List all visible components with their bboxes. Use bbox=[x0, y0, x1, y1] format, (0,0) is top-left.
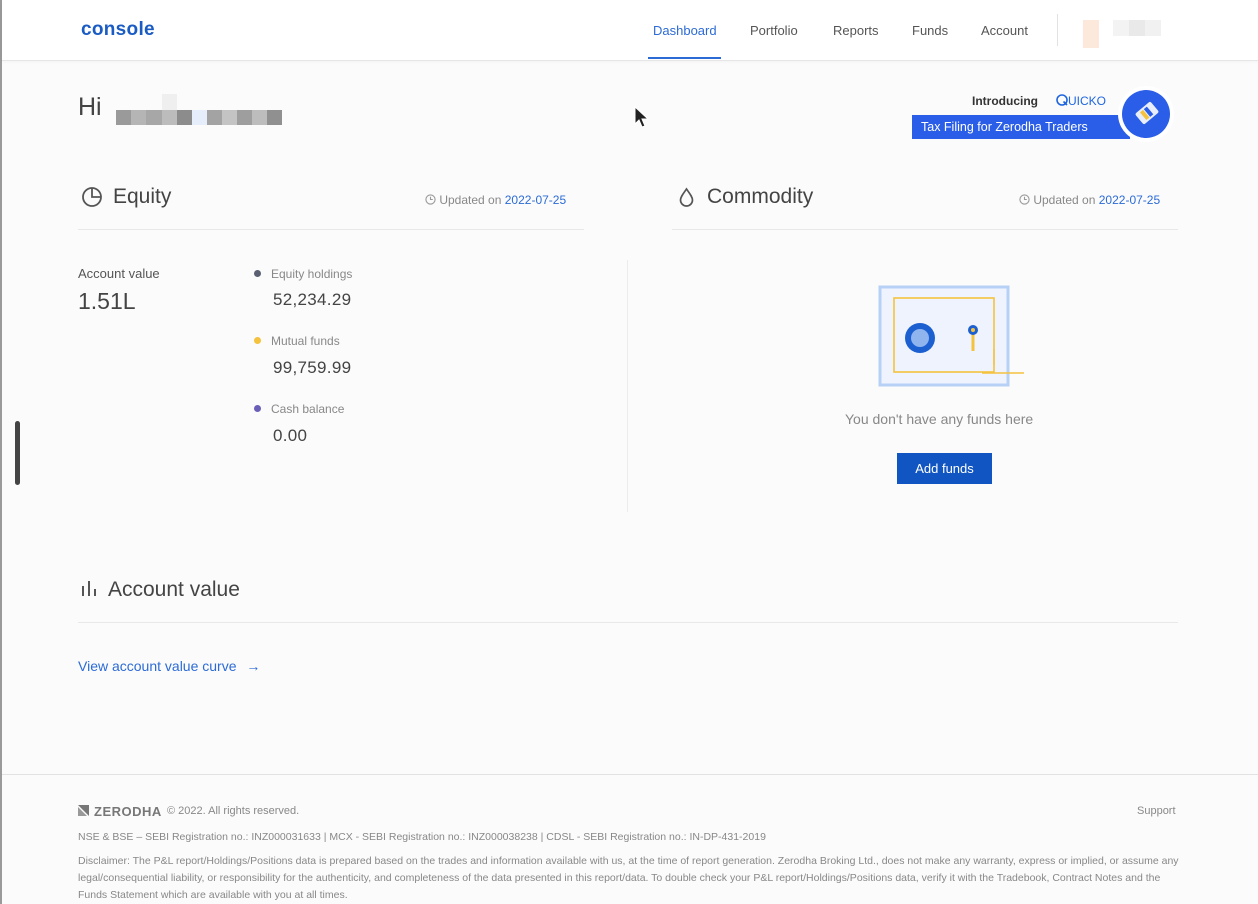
scrollbar-thumb[interactable] bbox=[15, 421, 20, 485]
nav-portfolio[interactable]: Portfolio bbox=[750, 23, 798, 38]
equity-title: Equity bbox=[113, 185, 172, 208]
quicko-q-icon bbox=[1056, 94, 1068, 106]
footer-support-link[interactable]: Support bbox=[1137, 805, 1176, 817]
account-value-label: Account value bbox=[78, 266, 160, 281]
user-profile-blurred[interactable] bbox=[1083, 20, 1163, 48]
droplet-icon bbox=[679, 187, 694, 207]
bar-chart-icon bbox=[82, 581, 96, 596]
greeting-text: Hi bbox=[78, 93, 102, 121]
window-edge bbox=[0, 0, 2, 904]
clock-icon bbox=[1019, 194, 1030, 205]
cash-balance-dot bbox=[254, 405, 261, 412]
view-account-value-curve-link[interactable]: View account value curve → bbox=[78, 658, 260, 674]
clock-icon bbox=[425, 194, 436, 205]
footer-disclaimer: Disclaimer: The P&L report/Holdings/Posi… bbox=[78, 855, 1179, 901]
banner-tagline: Tax Filing for Zerodha Traders bbox=[912, 115, 1130, 139]
top-nav-bar: console Dashboard Portfolio Reports Fund… bbox=[2, 0, 1258, 61]
commodity-updated: Updated on 2022-07-25 bbox=[1019, 193, 1160, 207]
no-funds-message: You don't have any funds here bbox=[845, 411, 1034, 427]
console-logo[interactable]: console bbox=[81, 19, 155, 41]
equity-holdings-dot bbox=[254, 270, 261, 277]
banner-introducing: Introducing bbox=[972, 94, 1038, 108]
pie-chart-icon bbox=[82, 187, 102, 207]
footer-divider bbox=[2, 774, 1258, 775]
mutual-funds-value: 99,759.99 bbox=[273, 358, 352, 377]
footer-brand: ZERODHA bbox=[94, 804, 162, 819]
account-value-divider bbox=[78, 622, 1178, 623]
equity-holdings-label: Equity holdings bbox=[271, 267, 353, 281]
mutual-funds-label: Mutual funds bbox=[271, 334, 340, 348]
banner-brand: UICKO bbox=[1056, 94, 1106, 108]
nav-dashboard[interactable]: Dashboard bbox=[653, 23, 717, 38]
account-value-amount: 1.51L bbox=[78, 288, 136, 314]
footer-registration: NSE & BSE – SEBI Registration no.: INZ00… bbox=[78, 831, 766, 843]
commodity-title: Commodity bbox=[707, 185, 814, 208]
nav-account[interactable]: Account bbox=[981, 23, 1028, 38]
quicko-logo-icon bbox=[1118, 86, 1174, 142]
account-value-title: Account value bbox=[108, 578, 240, 601]
commodity-divider bbox=[672, 229, 1178, 230]
add-funds-button[interactable]: Add funds bbox=[897, 453, 992, 484]
footer-copyright: © 2022. All rights reserved. bbox=[167, 805, 300, 817]
nav-divider bbox=[1057, 14, 1058, 46]
equity-divider bbox=[78, 229, 584, 230]
user-name-blurred bbox=[116, 94, 282, 125]
equity-updated: Updated on 2022-07-25 bbox=[425, 193, 566, 207]
equity-holdings-value: 52,234.29 bbox=[273, 290, 352, 309]
empty-safe-illustration bbox=[878, 285, 1024, 387]
cash-balance-label: Cash balance bbox=[271, 402, 345, 416]
mouse-cursor-icon bbox=[634, 106, 650, 128]
nav-active-indicator bbox=[648, 57, 721, 59]
cash-balance-value: 0.00 bbox=[273, 426, 308, 445]
arrow-right-icon: → bbox=[246, 658, 261, 674]
nav-funds[interactable]: Funds bbox=[912, 23, 948, 38]
column-divider bbox=[627, 260, 628, 512]
nav-reports[interactable]: Reports bbox=[833, 23, 879, 38]
mutual-funds-dot bbox=[254, 337, 261, 344]
zerodha-logo-icon bbox=[78, 805, 89, 816]
